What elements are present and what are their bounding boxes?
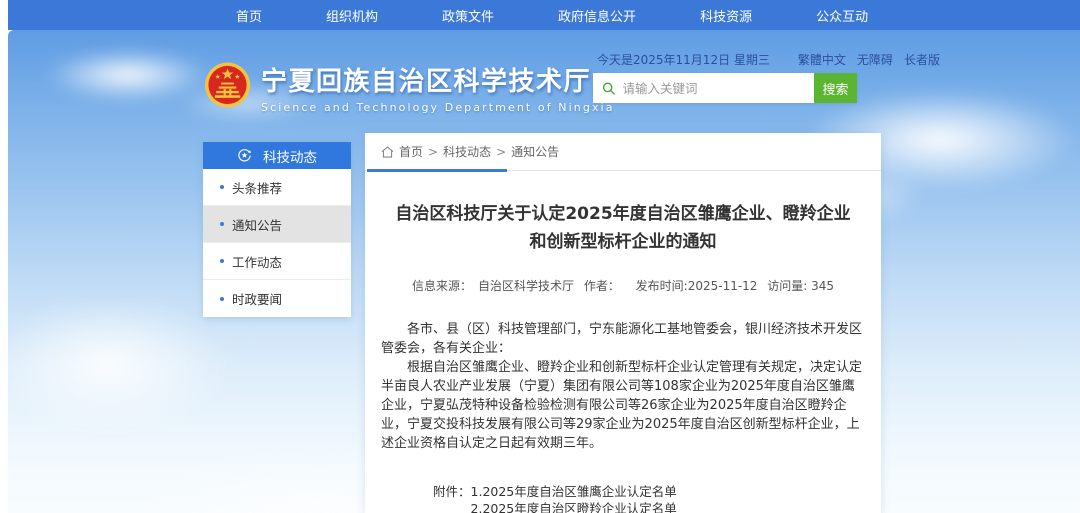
attachments: 附件： 1.2025年度自治区雏鹰企业认定名单 2.2025年度自治区瞪羚企业认… <box>433 483 865 513</box>
meta-author-label: 作者： <box>584 279 620 293</box>
main-panel: 首页 > 科技动态 > 通知公告 自治区科技厅关于认定2025年度自治区雏鹰企业… <box>365 133 881 513</box>
sidebar-item-label: 头条推荐 <box>232 178 282 197</box>
search-button[interactable]: 搜索 <box>814 73 857 103</box>
search-input[interactable] <box>622 81 805 96</box>
search-input-wrap <box>593 73 814 103</box>
article-title: 自治区科技厅关于认定2025年度自治区雏鹰企业、瞪羚企业 和创新型标杆企业的通知 <box>381 200 865 256</box>
attachments-list: 1.2025年度自治区雏鹰企业认定名单 2.2025年度自治区瞪羚企业认定名单 … <box>471 483 715 513</box>
sidebar-item-label: 工作动态 <box>232 252 282 271</box>
article-title-line1: 自治区科技厅关于认定2025年度自治区雏鹰企业、瞪羚企业 <box>381 200 865 228</box>
bullet-icon <box>220 222 224 226</box>
breadcrumb-tech-news[interactable]: 科技动态 <box>443 143 491 160</box>
header-links: 繁體中文 无障碍 长者版 <box>798 51 940 68</box>
nav-item-home[interactable]: 首页 <box>236 6 262 25</box>
breadcrumb-home[interactable]: 首页 <box>399 143 423 160</box>
link-accessibility[interactable]: 无障碍 <box>857 51 893 68</box>
link-elder-version[interactable]: 长者版 <box>904 51 940 68</box>
site-logo[interactable]: 宁夏回族自治区科学技术厅 Science and Technology Depa… <box>204 60 615 114</box>
article-body: 各市、县（区）科技管理部门，宁东能源化工基地管委会，银川经济技术开发区管委会，各… <box>381 320 865 453</box>
header-meta: 今天是2025年11月12日 星期三 繁體中文 无障碍 长者版 <box>597 51 873 68</box>
meta-publish-time: 发布时间:2025-11-12 <box>636 279 758 293</box>
sidebar-item-label: 时政要闻 <box>232 289 282 308</box>
meta-visits: 访问量: 345 <box>767 279 834 293</box>
attachment-link-1[interactable]: 1.2025年度自治区雏鹰企业认定名单 <box>471 483 715 500</box>
sidebar-item-work-trends[interactable]: 工作动态 <box>203 243 351 280</box>
breadcrumb: 首页 > 科技动态 > 通知公告 <box>365 133 881 171</box>
sidebar-item-notices[interactable]: 通知公告 <box>203 206 351 243</box>
circle-star-icon <box>237 148 252 163</box>
national-emblem-icon <box>204 60 251 110</box>
top-nav: 首页 组织机构 政策文件 政府信息公开 科技资源 公众互动 <box>8 0 1080 30</box>
nav-item-resources[interactable]: 科技资源 <box>700 6 752 25</box>
bullet-icon <box>220 297 224 301</box>
sidebar-item-label: 通知公告 <box>232 215 282 234</box>
link-traditional-chinese[interactable]: 繁體中文 <box>798 51 846 68</box>
search-icon <box>602 81 615 96</box>
meta-source-label: 信息来源： <box>412 279 472 293</box>
article-paragraph: 根据自治区雏鹰企业、瞪羚企业和创新型标杆企业认定管理有关规定，决定认定半亩良人农… <box>381 358 865 453</box>
nav-item-interaction[interactable]: 公众互动 <box>816 6 868 25</box>
search-bar: 搜索 <box>593 73 857 103</box>
breadcrumb-separator: > <box>496 145 506 159</box>
sidebar: 科技动态 头条推荐 通知公告 工作动态 时政要闻 <box>203 142 351 317</box>
nav-item-policy[interactable]: 政策文件 <box>442 6 494 25</box>
home-icon <box>381 146 394 158</box>
site-subtitle: Science and Technology Department of Nin… <box>261 101 615 114</box>
article-meta: 信息来源： 自治区科学技术厅 作者： 发布时间:2025-11-12 访问量: 3… <box>381 277 865 294</box>
breadcrumb-separator: > <box>428 145 438 159</box>
attachment-link-2[interactable]: 2.2025年度自治区瞪羚企业认定名单 <box>471 500 715 513</box>
meta-source: 自治区科学技术厅 <box>478 279 574 293</box>
bullet-icon <box>220 185 224 189</box>
site-title: 宁夏回族自治区科学技术厅 <box>261 66 615 98</box>
breadcrumb-notices[interactable]: 通知公告 <box>511 143 559 160</box>
nav-item-gov-info[interactable]: 政府信息公开 <box>558 6 636 25</box>
sidebar-header: 科技动态 <box>203 142 351 169</box>
sidebar-item-current-politics[interactable]: 时政要闻 <box>203 280 351 317</box>
today-date: 今天是2025年11月12日 星期三 <box>597 51 770 68</box>
article-title-line2: 和创新型标杆企业的通知 <box>381 228 865 256</box>
sidebar-title: 科技动态 <box>263 146 317 166</box>
article-paragraph: 各市、县（区）科技管理部门，宁东能源化工基地管委会，银川经济技术开发区管委会，各… <box>381 320 865 358</box>
bullet-icon <box>220 259 224 263</box>
page: 首页 组织机构 政策文件 政府信息公开 科技资源 公众互动 宁夏 <box>0 0 1080 513</box>
attachments-label: 附件： <box>433 483 471 513</box>
sidebar-item-headlines[interactable]: 头条推荐 <box>203 169 351 206</box>
nav-item-organization[interactable]: 组织机构 <box>326 6 378 25</box>
